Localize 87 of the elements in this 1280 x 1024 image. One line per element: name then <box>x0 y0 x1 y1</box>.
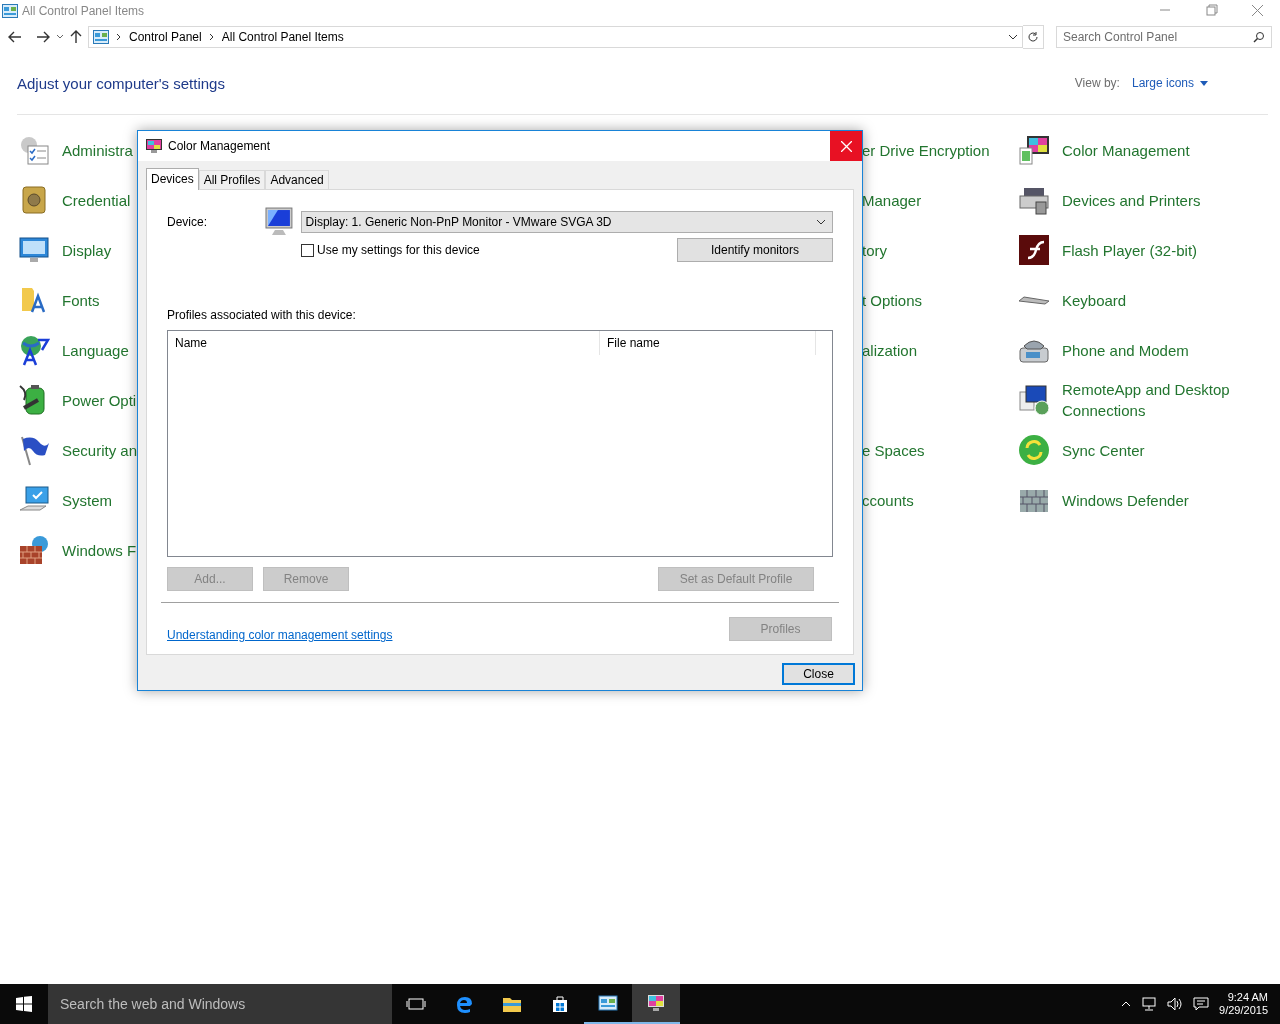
help-link[interactable]: Understanding color management settings <box>167 628 729 642</box>
control-panel-item[interactable]: alization <box>862 339 918 361</box>
control-panel-item[interactable]: Windows Defender <box>1062 489 1189 511</box>
color-monitor-icon <box>646 993 666 1013</box>
refresh-icon <box>1027 31 1039 43</box>
chevron-icon <box>207 33 216 41</box>
close-button[interactable]: Close <box>782 663 855 685</box>
profiles-list[interactable]: Name File name <box>167 330 833 557</box>
sync-icon <box>1018 434 1050 466</box>
control-panel-item[interactable]: RemoteApp and Desktop Connections <box>1062 379 1262 421</box>
chevron-icon <box>115 33 123 41</box>
breadcrumb[interactable]: Control Panel <box>129 30 202 44</box>
time-text: 9:24 AM <box>1227 991 1268 1004</box>
globe-icon <box>18 334 50 366</box>
checklist-icon <box>18 134 50 166</box>
flash-icon <box>1018 234 1050 266</box>
close-icon <box>840 140 852 152</box>
checkbox[interactable] <box>301 243 314 257</box>
address-bar[interactable]: Control Panel All Control Panel Items <box>88 26 1023 48</box>
control-panel-item[interactable]: Windows F <box>62 539 137 561</box>
taskbar-button[interactable] <box>632 984 680 1024</box>
control-panel-item[interactable]: e Spaces <box>862 439 925 461</box>
device-dropdown[interactable]: Display: 1. Generic Non-PnP Monitor - VMware SVGA 3D <box>300 211 833 233</box>
remote-desktop-icon <box>1018 384 1050 416</box>
control-panel-item[interactable]: Power Opti <box>62 389 137 411</box>
window-icon <box>2 4 18 18</box>
forward-icon[interactable] <box>36 31 50 43</box>
brick-wall-icon <box>18 534 50 566</box>
control-panel-item[interactable]: Devices and Printers <box>1062 189 1201 211</box>
control-panel-item[interactable]: Administra <box>62 139 133 161</box>
flag-icon <box>18 434 50 466</box>
caret-icon[interactable] <box>1200 80 1208 86</box>
store-icon <box>550 994 570 1014</box>
monitor-icon <box>262 206 295 238</box>
tab[interactable]: Devices <box>146 168 199 190</box>
window-title: All Control Panel Items <box>22 4 145 18</box>
control-panel-item[interactable]: Display <box>62 239 112 261</box>
network-icon[interactable] <box>1141 997 1158 1011</box>
chevron-up-icon[interactable] <box>1121 1001 1132 1007</box>
control-panel-item[interactable]: ccounts <box>862 489 914 511</box>
device-label: Device: <box>167 215 208 229</box>
control-panel-item[interactable]: Credential <box>62 189 131 211</box>
control-panel-item[interactable]: Manager <box>862 189 922 211</box>
page-title: Adjust your computer's settings <box>17 74 226 92</box>
column-header[interactable]: Name <box>168 331 600 355</box>
tab[interactable]: Advanced <box>265 170 329 189</box>
windows-logo-icon <box>16 996 32 1012</box>
control-panel-icon <box>93 30 109 44</box>
recent-dropdown-icon[interactable] <box>56 34 64 40</box>
control-panel-item[interactable]: er Drive Encryption <box>862 139 990 161</box>
up-icon[interactable] <box>70 30 82 44</box>
breadcrumb[interactable]: All Control Panel Items <box>221 30 344 44</box>
search-icon <box>1253 31 1265 43</box>
keyboard-icon <box>1018 295 1050 305</box>
color-monitor-icon <box>1018 134 1050 166</box>
control-panel-item[interactable]: Fonts <box>62 289 100 311</box>
clock[interactable]: 9:24 AM 9/29/2015 <box>1219 991 1268 1017</box>
profiles-label: Profiles associated with this device: <box>167 308 357 322</box>
refresh-button[interactable] <box>1023 25 1044 49</box>
control-panel-item[interactable]: Phone and Modem <box>1062 339 1189 361</box>
control-panel-item[interactable]: Language <box>62 339 129 361</box>
column-header[interactable]: File name <box>600 331 816 355</box>
checkbox-label: Use my settings for this device <box>317 243 480 257</box>
dialog-button[interactable]: Identify monitors <box>677 238 833 262</box>
search-field[interactable]: Search the web and Windows <box>48 984 392 1024</box>
speaker-icon[interactable] <box>1167 997 1184 1011</box>
chevron-icon <box>816 219 826 225</box>
browser-icon <box>454 994 474 1014</box>
view-by-dropdown[interactable]: Large icons <box>1131 76 1194 90</box>
control-panel-icon <box>598 993 618 1013</box>
view-by-label: View by: <box>1074 76 1120 90</box>
control-panel-item[interactable]: Color Management <box>1062 139 1190 161</box>
control-panel-item[interactable]: Flash Player (32-bit) <box>1062 239 1198 261</box>
dialog-title: Color Management <box>168 139 271 153</box>
control-panel-item[interactable]: tory <box>862 239 887 261</box>
tab[interactable]: All Profiles <box>198 170 266 189</box>
search-field[interactable]: Search Control Panel <box>1056 26 1272 48</box>
control-panel-item[interactable]: Security an <box>62 439 138 461</box>
close-button[interactable] <box>830 131 862 161</box>
control-panel-item[interactable]: Keyboard <box>1062 289 1127 311</box>
dropdown-icon[interactable] <box>1008 34 1018 40</box>
message-icon[interactable] <box>1193 997 1210 1011</box>
control-panel-item[interactable]: System <box>62 489 112 511</box>
back-icon[interactable] <box>8 31 22 43</box>
control-panel-item[interactable]: Sync Center <box>1062 439 1145 461</box>
date-text: 9/29/2015 <box>1219 1004 1268 1017</box>
color-monitor-icon <box>146 139 162 153</box>
